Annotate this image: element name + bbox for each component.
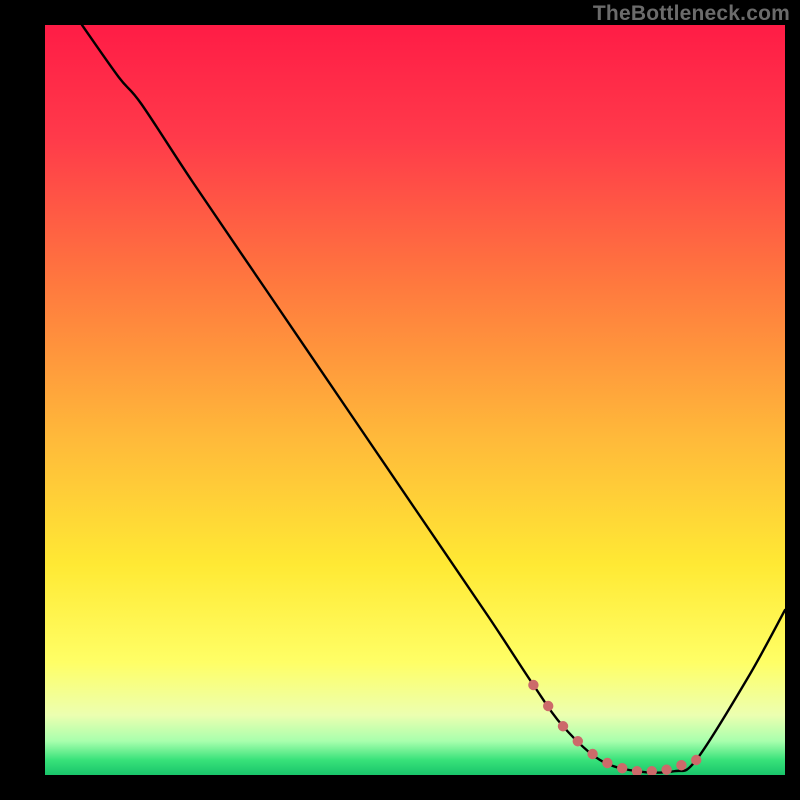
marker-dot <box>587 749 597 759</box>
marker-dot <box>558 721 568 731</box>
marker-dot <box>573 736 583 746</box>
watermark-text: TheBottleneck.com <box>593 2 790 26</box>
marker-dot <box>602 758 612 768</box>
marker-dot <box>661 765 671 775</box>
marker-dot <box>617 763 627 773</box>
chart-frame: TheBottleneck.com <box>0 0 800 800</box>
marker-dot <box>676 760 686 770</box>
bottleneck-chart <box>45 25 785 775</box>
plot-area <box>45 25 785 775</box>
gradient-background <box>45 25 785 775</box>
marker-dot <box>528 680 538 690</box>
marker-dot <box>691 755 701 765</box>
marker-dot <box>543 701 553 711</box>
